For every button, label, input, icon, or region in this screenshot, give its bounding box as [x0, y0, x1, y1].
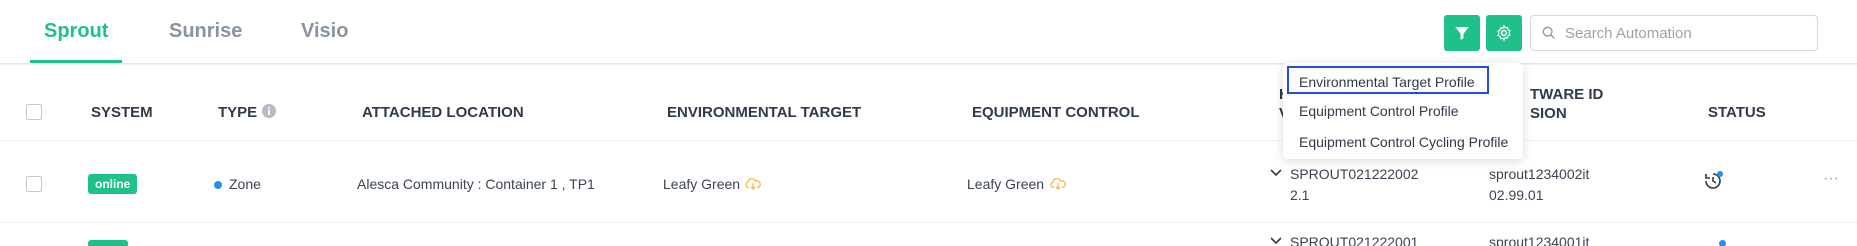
- select-all-checkbox[interactable]: [26, 104, 42, 120]
- zone-dot-icon: [214, 181, 222, 189]
- menu-item-equipment-control-profile[interactable]: Equipment Control Profile: [1283, 97, 1523, 125]
- info-icon[interactable]: [261, 103, 277, 119]
- software-id-value: sprout1234001it: [1489, 234, 1590, 246]
- tab-bar: Sprout Sunrise Visio: [0, 0, 1857, 64]
- header-divider: [0, 140, 1857, 141]
- status-badge: [88, 240, 128, 246]
- tab-sprout[interactable]: Sprout: [44, 20, 108, 43]
- active-tab-indicator: [30, 60, 122, 63]
- tab-visio[interactable]: Visio: [301, 20, 348, 43]
- type-value: Zone: [229, 176, 261, 192]
- environmental-target-value[interactable]: Leafy Green: [663, 176, 740, 192]
- row-checkbox[interactable]: [26, 176, 42, 192]
- cloud-download-icon[interactable]: [745, 177, 761, 191]
- header-system[interactable]: SYSTEM: [91, 104, 153, 121]
- filter-icon: [1455, 27, 1469, 40]
- header-status[interactable]: STATUS: [1708, 104, 1766, 121]
- automation-page: Sprout Sunrise Visio SYSTEM TYPE ATTACHE…: [0, 0, 1857, 246]
- tab-sunrise[interactable]: Sunrise: [169, 20, 242, 43]
- chevron-down-icon[interactable]: [1270, 168, 1282, 178]
- header-software-version-partial: SION: [1530, 105, 1567, 122]
- header-attached-location[interactable]: ATTACHED LOCATION: [362, 104, 524, 121]
- filter-button[interactable]: [1444, 15, 1480, 51]
- history-icon[interactable]: [1702, 170, 1724, 192]
- header-equipment-control[interactable]: EQUIPMENT CONTROL: [972, 104, 1140, 121]
- chevron-down-icon[interactable]: [1270, 236, 1282, 246]
- gear-icon: [1497, 24, 1511, 42]
- software-id-value: sprout1234002it: [1489, 166, 1590, 182]
- software-version-value: 02.99.01: [1489, 187, 1544, 203]
- menu-item-equipment-control-cycling-profile[interactable]: Equipment Control Cycling Profile: [1283, 128, 1523, 156]
- equipment-control-value[interactable]: Leafy Green: [967, 176, 1044, 192]
- row-divider: [0, 222, 1857, 223]
- settings-button[interactable]: [1486, 15, 1522, 51]
- search-input[interactable]: [1565, 24, 1805, 42]
- header-type[interactable]: TYPE: [218, 104, 257, 121]
- hardware-version-value: 2.1: [1290, 187, 1310, 203]
- search-box[interactable]: [1530, 15, 1818, 51]
- menu-item-environmental-target-profile[interactable]: Environmental Target Profile: [1287, 66, 1489, 94]
- notification-dot: [1719, 240, 1726, 246]
- header-software-id-partial[interactable]: TWARE ID: [1530, 86, 1603, 103]
- cloud-download-icon[interactable]: [1050, 177, 1066, 191]
- attached-location-value: Alesca Community : Container 1 , TP1: [357, 176, 595, 192]
- hardware-id-value: SPROUT021222001: [1290, 234, 1419, 246]
- search-icon: [1542, 26, 1555, 39]
- settings-dropdown-menu: Environmental Target Profile Equipment C…: [1283, 63, 1523, 159]
- status-badge: online: [88, 174, 138, 194]
- row-more-button[interactable]: ···: [1823, 170, 1839, 188]
- hardware-id-value: SPROUT021222002: [1290, 166, 1419, 182]
- header-environmental-target[interactable]: ENVIRONMENTAL TARGET: [667, 104, 861, 121]
